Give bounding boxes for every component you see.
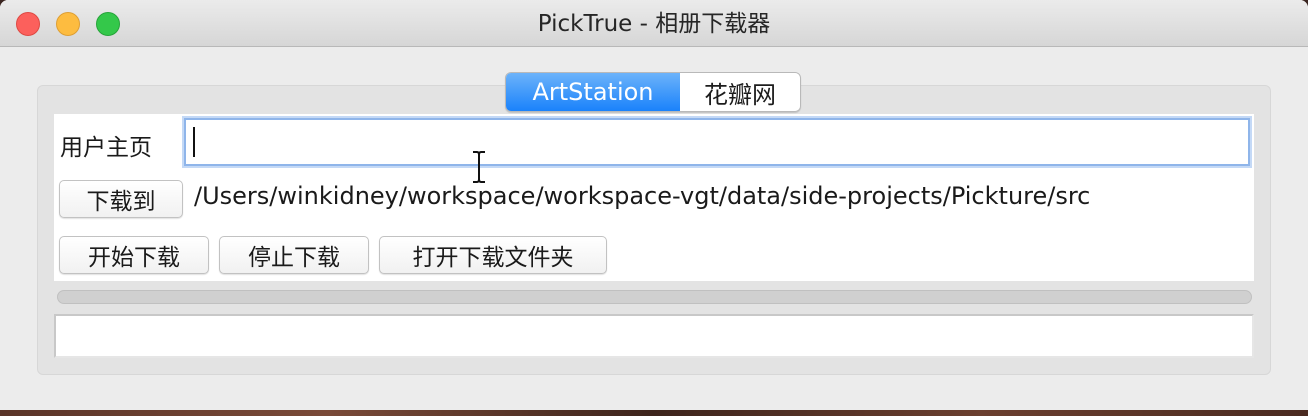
download-path-text: /Users/winkidney/workspace/workspace-vgt… <box>194 182 1091 210</box>
window-title: PickTrue - 相册下载器 <box>537 11 771 37</box>
homepage-url-input[interactable] <box>184 118 1250 166</box>
homepage-label: 用户主页 <box>60 135 152 161</box>
stop-download-button[interactable]: 停止下载 <box>219 236 369 274</box>
app-window: PickTrue - 相册下载器 ArtStation 花瓣网 用户主页 下载到… <box>0 0 1308 410</box>
site-tab-bar: ArtStation 花瓣网 <box>505 72 801 112</box>
text-caret <box>193 127 195 157</box>
download-to-button[interactable]: 下载到 <box>59 180 183 218</box>
desktop-background-strip <box>0 410 1308 416</box>
tab-artstation-label: ArtStation <box>532 78 654 106</box>
tab-huaban[interactable]: 花瓣网 <box>680 73 800 111</box>
ibeam-cursor-icon <box>473 151 485 183</box>
tab-artstation[interactable]: ArtStation <box>506 73 680 111</box>
tab-huaban-label: 花瓣网 <box>704 80 776 109</box>
title-bar[interactable]: PickTrue - 相册下载器 <box>0 0 1308 47</box>
download-progress-bar <box>57 290 1252 304</box>
open-folder-button[interactable]: 打开下载文件夹 <box>379 236 607 274</box>
status-log-box[interactable] <box>54 314 1254 358</box>
start-download-button[interactable]: 开始下载 <box>59 236 209 274</box>
